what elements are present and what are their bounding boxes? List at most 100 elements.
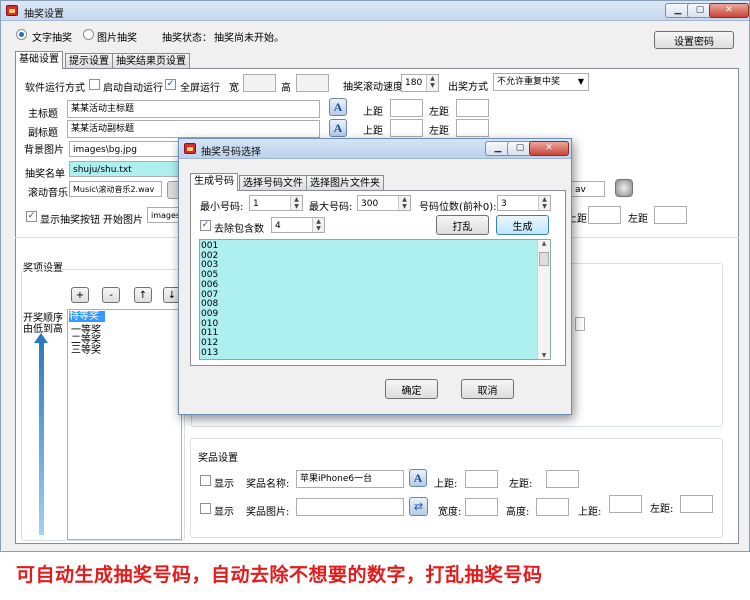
list-item[interactable]: 011	[201, 328, 218, 338]
sub-title-input[interactable]: 某某活动副标题	[67, 120, 320, 138]
list-item[interactable]: 三等奖	[71, 341, 101, 356]
prize-image-label: 奖品图片:	[246, 507, 290, 518]
list-item[interactable]: 003	[201, 260, 218, 270]
image-draw-label: 图片抽奖	[97, 33, 137, 44]
min-number-spinner[interactable]: ▲ ▼	[290, 196, 302, 210]
prize-detail-input[interactable]	[575, 317, 585, 331]
sub-title-left-label: 左距	[429, 126, 449, 137]
scroll-speed-input[interactable]: 180 ▲ ▼	[401, 74, 439, 92]
dialog-close-button[interactable]: ✕	[529, 141, 569, 156]
prize-image-input[interactable]	[296, 498, 404, 516]
scroll-speed-spinner[interactable]: ▲ ▼	[426, 75, 438, 91]
list-item[interactable]: 009	[201, 309, 218, 319]
set-password-button[interactable]: 设置密码	[654, 31, 734, 49]
main-title-label: 主标题	[28, 109, 58, 120]
shuffle-button[interactable]: 打乱	[436, 215, 489, 235]
list-item[interactable]: 002	[201, 251, 218, 261]
sub-title-top-input[interactable]	[390, 119, 423, 137]
draw-mode-select[interactable]: 不允许重复中奖 ▼	[493, 73, 589, 91]
max-number-input[interactable]: 300 ▲ ▼	[357, 195, 411, 211]
browse-image-icon[interactable]: ⇄	[409, 497, 428, 516]
autostart-checkbox[interactable]	[89, 79, 100, 90]
prize-image-top-input[interactable]	[609, 495, 642, 513]
prize-name-top-input[interactable]	[465, 470, 498, 488]
list-item[interactable]: 006	[201, 280, 218, 290]
start-image-left-input[interactable]	[654, 206, 687, 224]
digits-input[interactable]: 3 ▲ ▼	[497, 195, 551, 211]
status-value: 抽奖尚未开始。	[214, 33, 284, 44]
start-image-label: 开始图片	[103, 215, 143, 226]
min-number-input[interactable]: 1 ▲ ▼	[249, 195, 303, 211]
show-button-label: 显示抽奖按钮	[40, 215, 100, 226]
remove-prize-button[interactable]: -	[102, 287, 120, 303]
prize-name-font-icon[interactable]: A	[409, 469, 427, 487]
prize-list[interactable]: 特等奖 一等奖 二等奖 三等奖	[67, 309, 182, 540]
main-title-left-input[interactable]	[456, 99, 489, 117]
tab-result-page[interactable]: 抽奖结果页设置	[112, 53, 190, 69]
height-label: 高	[281, 83, 291, 94]
prize-name-label: 奖品名称:	[246, 479, 290, 490]
cancel-button[interactable]: 取消	[461, 379, 514, 399]
show-button-checkbox[interactable]: ✓	[26, 211, 37, 222]
ok-button[interactable]: 确定	[385, 379, 438, 399]
list-item[interactable]: 005	[201, 270, 218, 280]
show-prize-image-checkbox[interactable]	[200, 503, 211, 514]
exclude-digit-input[interactable]: 4 ▲ ▼	[271, 217, 325, 233]
start-image-input[interactable]: images\	[147, 207, 181, 223]
dialog-app-icon	[184, 143, 196, 154]
prize-image-height-input[interactable]	[536, 498, 569, 516]
main-title-top-input[interactable]	[390, 99, 423, 117]
tab-tips[interactable]: 提示设置	[65, 53, 113, 69]
text-draw-radio[interactable]	[16, 29, 27, 40]
show-prize-name-checkbox[interactable]	[200, 475, 211, 486]
list-item[interactable]: 008	[201, 299, 218, 309]
close-button[interactable]: ✕	[709, 3, 749, 18]
bg-image-input[interactable]: images\bg.jpg	[69, 141, 181, 157]
max-number-spinner[interactable]: ▲ ▼	[398, 196, 410, 210]
music-input[interactable]: Music\滚动音乐2.wav	[69, 181, 162, 197]
exclude-digit-spinner[interactable]: ▲ ▼	[312, 218, 324, 232]
main-title-font-icon[interactable]: A	[329, 98, 347, 116]
tab-basic[interactable]: 基础设置	[15, 51, 63, 69]
app-icon	[6, 5, 18, 16]
sub-title-font-icon[interactable]: A	[329, 119, 347, 137]
prize-name-left-input[interactable]	[546, 470, 579, 488]
number-list-scrollbar[interactable]: ▲ ▼	[537, 240, 550, 359]
prize-name-input[interactable]: 苹果iPhone6一台	[296, 470, 404, 488]
width-input[interactable]	[243, 74, 276, 92]
generate-button[interactable]: 生成	[496, 215, 549, 235]
prize-image-left-input[interactable]	[680, 495, 713, 513]
exclude-digit-label: 去除包含数	[214, 224, 264, 235]
add-prize-button[interactable]: +	[71, 287, 89, 303]
start-image-top-input[interactable]	[588, 206, 621, 224]
list-item[interactable]: 001	[201, 241, 218, 251]
max-number-label: 最大号码:	[309, 202, 353, 213]
tab-select-image-folder[interactable]: 选择图片文件夹	[306, 175, 384, 191]
fullscreen-checkbox[interactable]: ✓	[165, 79, 176, 90]
music-settings-icon[interactable]	[615, 179, 633, 197]
move-up-button[interactable]: ↑	[134, 287, 152, 303]
sub-title-left-input[interactable]	[456, 119, 489, 137]
scroll-up-icon[interactable]: ▲	[538, 240, 550, 247]
exclude-digit-checkbox[interactable]: ✓	[200, 220, 211, 231]
prize-image-width-input[interactable]	[465, 498, 498, 516]
main-title-input[interactable]: 某某活动主标题	[67, 100, 320, 118]
scroll-down-icon[interactable]: ▼	[538, 352, 550, 359]
list-item[interactable]: 012	[201, 338, 218, 348]
number-list[interactable]: ▲ ▼	[199, 239, 551, 360]
tab-select-number-file[interactable]: 选择号码文件	[239, 175, 307, 191]
name-list-input[interactable]: shuju/shu.txt	[69, 161, 181, 177]
draw-mode-label: 出奖方式	[448, 82, 488, 93]
tab-generate-numbers[interactable]: 生成号码	[190, 173, 238, 191]
list-item[interactable]: 007	[201, 290, 218, 300]
min-number-label: 最小号码:	[200, 202, 244, 213]
list-item[interactable]: 010	[201, 319, 218, 329]
height-input[interactable]	[296, 74, 329, 92]
music-input-right[interactable]: av	[571, 181, 605, 197]
digits-spinner[interactable]: ▲ ▼	[538, 196, 550, 210]
scroll-thumb[interactable]	[539, 252, 549, 266]
list-item[interactable]: 013	[201, 348, 218, 358]
sub-title-label: 副标题	[28, 128, 58, 139]
image-draw-radio[interactable]	[83, 29, 94, 40]
bg-image-label: 背景图片	[24, 145, 64, 156]
